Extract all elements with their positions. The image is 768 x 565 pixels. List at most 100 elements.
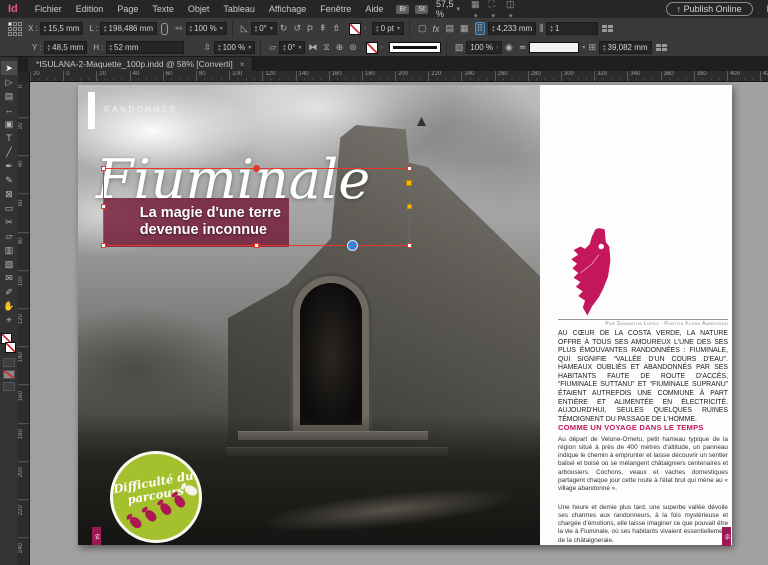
width-field[interactable]: ▴▾198,486 mm xyxy=(100,22,157,35)
paragraph-style-grid-icon[interactable] xyxy=(656,44,667,51)
distribute-icon[interactable]: ⇯ xyxy=(333,23,341,34)
type-tool-icon[interactable]: T xyxy=(1,131,17,145)
align-center-icon[interactable]: ⊕ xyxy=(336,42,344,53)
stroke-swatch-none[interactable] xyxy=(366,42,378,54)
gradient-swatch[interactable] xyxy=(529,42,579,53)
stroke-color-swatch[interactable] xyxy=(5,342,16,353)
column-width-field[interactable]: ▴▾39,082 mm xyxy=(599,41,652,54)
selection-frame[interactable] xyxy=(103,168,410,246)
handle-middle-left[interactable] xyxy=(101,204,106,209)
horizontal-ruler[interactable]: 2002040608010012014016018020022024026028… xyxy=(18,71,768,82)
flip-horizontal-icon[interactable]: ⧓ xyxy=(308,42,317,53)
note-tool-icon[interactable]: ✉ xyxy=(1,271,17,285)
gradient-feather-tool-icon[interactable]: ▨ xyxy=(1,257,17,271)
menu-item[interactable]: Fichier xyxy=(28,4,69,14)
close-tab-icon[interactable]: × xyxy=(240,60,245,69)
page-tool-icon[interactable]: ▤ xyxy=(1,89,17,103)
rectangle-tool-icon[interactable]: ▭ xyxy=(1,201,17,215)
rotate-ccw-icon[interactable]: ↺ xyxy=(293,23,301,34)
view-options-icon[interactable]: ▦ ▾ xyxy=(471,0,481,20)
columns-field[interactable]: ▴▾1 xyxy=(546,22,598,35)
arrange-documents-icon[interactable]: ◫ ▾ xyxy=(506,0,516,20)
vertical-ruler[interactable]: 020406080100120140160180200220240260280 xyxy=(18,82,30,565)
document-tab[interactable]: *ISULANA-2-Maquette_100p.indd @ 58% [Con… xyxy=(28,57,253,71)
frame-tool-icon[interactable]: ⊠ xyxy=(1,187,17,201)
height-field[interactable]: ▴▾52 mm xyxy=(106,41,184,54)
bridge-button[interactable]: Br xyxy=(396,5,409,14)
wrap-around-icon[interactable]: ▦ xyxy=(460,23,469,34)
scissors-tool-icon[interactable]: ✂ xyxy=(1,215,17,229)
wrap-offset-field[interactable]: ▴▾4,233 mm xyxy=(488,22,536,35)
direct-selection-tool-icon[interactable]: ▷ xyxy=(1,75,17,89)
hand-tool-icon[interactable]: ✋ xyxy=(1,299,17,313)
section-heading[interactable]: COMME UN VOYAGE DANS LE TEMPS xyxy=(558,423,728,432)
wrap-none-icon[interactable]: ▤ xyxy=(446,23,455,34)
gap-tool-icon[interactable]: ↔ xyxy=(1,103,17,117)
menu-item[interactable]: Tableau xyxy=(216,4,262,14)
fill-swatch-none[interactable] xyxy=(349,23,361,35)
opacity-field[interactable]: 100 %› xyxy=(466,41,502,54)
reference-point-proxy[interactable] xyxy=(8,22,22,36)
object-effects-icon[interactable]: ◉ xyxy=(505,42,513,53)
scale-x-field[interactable]: ▴▾100 %▾ xyxy=(186,22,227,35)
menu-item[interactable]: Aide xyxy=(358,4,390,14)
rotation-angle-field[interactable]: ▴▾0°▾ xyxy=(251,22,277,35)
stroke-weight-field[interactable]: ▴▾0 pt▾ xyxy=(372,22,404,35)
effects-icon[interactable]: fx xyxy=(432,24,439,34)
fill-flyout-icon[interactable]: › xyxy=(364,26,366,32)
line-tool-icon[interactable]: ╱ xyxy=(1,145,17,159)
pasteboard[interactable]: RANDONNÉE Fiuminale La magie d'une terre… xyxy=(30,82,768,565)
screen-mode-button[interactable] xyxy=(3,382,15,391)
x-position-field[interactable]: ▴▾15,5 mm xyxy=(40,22,84,35)
intro-paragraph[interactable]: AU CŒUR DE LA COSTA VERDE, LA NATURE OFF… xyxy=(558,330,728,424)
rotate-cw-icon[interactable]: ↻ xyxy=(280,23,288,34)
handle-bottom-center[interactable] xyxy=(254,243,259,248)
handle-top-left[interactable] xyxy=(101,166,106,171)
menu-item[interactable]: Affichage xyxy=(262,4,313,14)
body-paragraph-1[interactable]: Au départ de Velone-Ornetu, petit hameau… xyxy=(558,436,728,493)
y-position-field[interactable]: ▴▾48,5 mm xyxy=(44,41,88,54)
distribute-center-icon[interactable]: ⊜ xyxy=(349,42,357,53)
handle-top-center[interactable] xyxy=(253,165,260,172)
gradient-flyout-icon[interactable]: ▾ xyxy=(582,44,585,51)
shear-angle-field[interactable]: ▴▾0°▾ xyxy=(279,41,305,54)
selection-tool-icon[interactable]: ➤ xyxy=(1,61,17,75)
content-collector-tool-icon[interactable]: ▣ xyxy=(1,117,17,131)
free-transform-tool-icon[interactable]: ▱ xyxy=(1,229,17,243)
eyedropper-tool-icon[interactable]: ✐ xyxy=(1,285,17,299)
stock-button[interactable]: St xyxy=(415,5,428,14)
gradient-tool-icon[interactable]: ▥ xyxy=(1,243,17,257)
pen-tool-icon[interactable]: ✒ xyxy=(1,159,17,173)
handle-bottom-right[interactable] xyxy=(407,243,412,248)
drop-shadow-icon[interactable]: ≖ xyxy=(519,42,527,53)
fill-stroke-swatches[interactable] xyxy=(1,333,17,355)
wrap-selected-icon[interactable]: ⠿ xyxy=(475,22,486,35)
article-text-page[interactable]: Par Samantha Lopez - Photos Flora Ambros… xyxy=(540,85,732,545)
align-icon[interactable]: ⇞ xyxy=(319,23,327,34)
stroke-style-dropdown[interactable] xyxy=(389,42,441,53)
flip-vertical-icon[interactable]: ⧖ xyxy=(323,42,329,53)
handle-top-right[interactable] xyxy=(407,166,412,171)
live-corner-widget[interactable] xyxy=(406,180,412,186)
ruler-origin-box[interactable] xyxy=(18,71,30,82)
formatting-container-button[interactable] xyxy=(3,358,15,367)
publish-online-button[interactable]: ↑ Publish Online xyxy=(666,2,753,16)
style-grid-icon[interactable] xyxy=(602,25,613,32)
stroke-flyout-icon[interactable]: › xyxy=(381,45,383,51)
body-paragraph-2[interactable]: Une heure et demie plus tard, une superb… xyxy=(558,504,728,545)
apply-none-button[interactable] xyxy=(3,370,15,379)
zoom-level-dropdown[interactable]: 57,5 % xyxy=(436,0,454,19)
pencil-tool-icon[interactable]: ✎ xyxy=(1,173,17,187)
chapel-photo[interactable]: RANDONNÉE Fiuminale La magie d'une terre… xyxy=(78,85,540,545)
zoom-tool-icon[interactable]: ⌖ xyxy=(1,313,17,327)
menu-item[interactable]: Fenêtre xyxy=(313,4,358,14)
constrain-proportions-icon[interactable] xyxy=(161,23,168,35)
handle-bottom-left[interactable] xyxy=(101,243,106,248)
menu-item[interactable]: Page xyxy=(110,4,145,14)
menu-item[interactable]: Objet xyxy=(181,4,217,14)
menu-item[interactable]: Edition xyxy=(69,4,111,14)
select-content-icon[interactable]: P xyxy=(307,24,313,34)
corner-options-icon[interactable]: ▢ xyxy=(418,23,427,34)
menu-item[interactable]: Texte xyxy=(145,4,181,14)
handle-middle-right[interactable] xyxy=(407,204,412,209)
